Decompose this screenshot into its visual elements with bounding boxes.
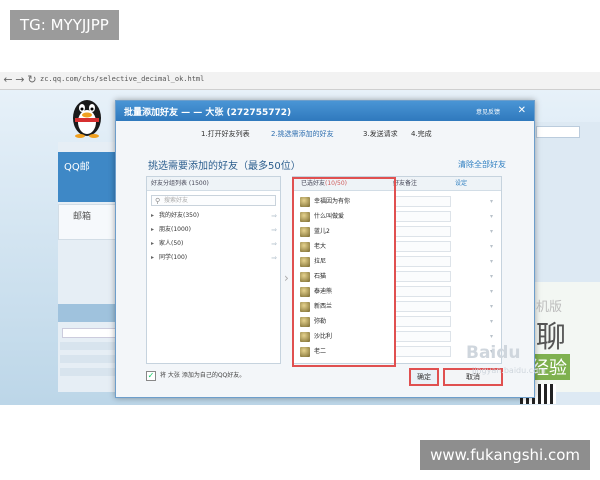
- chevron-right-icon: ›: [284, 271, 289, 285]
- feedback-link[interactable]: 意见反馈: [476, 107, 500, 116]
- remark-input[interactable]: [395, 196, 451, 207]
- add-arrow-icon[interactable]: ⇒: [271, 210, 277, 222]
- chevron-down-icon[interactable]: ▾: [457, 272, 493, 282]
- chevron-right-icon: ▸: [151, 212, 155, 219]
- left-rows: [60, 342, 120, 382]
- right-arrow-icon[interactable]: →: [14, 74, 26, 86]
- left-row: [60, 355, 120, 363]
- group-list-header: 好友分组列表 (1500): [147, 177, 280, 191]
- step-1: 1.打开好友列表: [201, 130, 250, 138]
- step-indicator: 1.打开好友列表 2.挑选需添加的好友 3.发送请求 4.完成: [201, 129, 451, 143]
- chevron-down-icon[interactable]: ▾: [457, 287, 493, 297]
- ok-button[interactable]: 确定: [409, 368, 439, 386]
- chevron-down-icon[interactable]: ▾: [457, 197, 493, 207]
- remark-input[interactable]: [395, 301, 451, 312]
- chevron-down-icon[interactable]: ▾: [457, 227, 493, 237]
- add-back-checkbox[interactable]: ✓: [146, 371, 156, 381]
- add-arrow-icon[interactable]: ⇒: [271, 224, 277, 236]
- mail-panel: 邮箱: [58, 204, 123, 240]
- qq-mail-panel: QQ邮: [58, 152, 123, 202]
- refresh-icon[interactable]: ↻: [26, 74, 38, 86]
- remark-input[interactable]: [395, 211, 451, 222]
- add-arrow-icon[interactable]: ⇒: [271, 238, 277, 250]
- friend-search-input[interactable]: ⚲ 搜索好友: [151, 195, 276, 206]
- chevron-down-icon[interactable]: ▾: [457, 257, 493, 267]
- group-item[interactable]: ▸ 家人(50) ⇒: [151, 238, 279, 250]
- add-arrow-icon[interactable]: ⇒: [271, 252, 277, 264]
- remark-input[interactable]: [395, 316, 451, 327]
- qq-mail-label: QQ邮: [64, 162, 90, 173]
- remark-input[interactable]: [395, 256, 451, 267]
- right-top-box: [536, 126, 580, 138]
- group-item[interactable]: ▸ 朋友(1000) ⇒: [151, 224, 279, 236]
- chevron-right-icon: ▸: [151, 254, 155, 261]
- chevron-down-icon[interactable]: ▾: [457, 212, 493, 222]
- chevron-right-icon: ▸: [151, 240, 155, 247]
- qq-penguin-logo: [73, 100, 101, 138]
- left-arrow-icon[interactable]: ←: [2, 74, 14, 86]
- group-label: 朋友(1000): [159, 226, 191, 233]
- search-icon: ⚲: [155, 197, 161, 205]
- remark-input[interactable]: [395, 241, 451, 252]
- group-header[interactable]: 设定: [455, 177, 467, 191]
- close-icon[interactable]: ✕: [518, 105, 526, 117]
- left-row: [60, 342, 120, 350]
- dialog-title: 批量添加好友 — — 大张 (272755772): [124, 108, 292, 118]
- remark-header: 好友备注: [393, 180, 418, 187]
- group-item[interactable]: ▸ 同学(100) ⇒: [151, 252, 279, 264]
- watermark-bottom: www.fukangshi.com: [420, 440, 590, 470]
- group-item[interactable]: ▸ 我的好友(350) ⇒: [151, 210, 279, 222]
- group-label: 同学(100): [159, 254, 188, 261]
- baidu-logo: Baidu: [466, 343, 521, 363]
- group-label: 家人(50): [159, 240, 184, 247]
- remark-input[interactable]: [395, 346, 451, 357]
- chevron-right-icon: ▸: [151, 226, 155, 233]
- step-2: 2.挑选需添加的好友: [271, 130, 334, 138]
- step-4: 4.完成: [411, 130, 432, 138]
- promo-line2: 聊: [536, 320, 566, 355]
- left-row: [60, 368, 120, 376]
- chevron-down-icon[interactable]: ▾: [457, 302, 493, 312]
- group-list: 好友分组列表 (1500) ⚲ 搜索好友 ▸ 我的好友(350) ⇒ ▸ 朋友(10…: [146, 176, 281, 364]
- chevron-down-icon[interactable]: ▾: [457, 317, 493, 327]
- group-label: 我的好友(350): [159, 212, 200, 219]
- remove-all-link[interactable]: 清除全部好友: [458, 159, 506, 170]
- url-field[interactable]: zc.qq.com/chs/selective_decimal_ok.html: [40, 75, 204, 83]
- instruction-text: 挑选需要添加的好友（最多50位）: [148, 161, 301, 172]
- search-placeholder: 搜索好友: [164, 197, 189, 204]
- left-section-bar: [58, 304, 123, 322]
- watermark-top: TG: MYYJJPP: [10, 10, 119, 40]
- left-input: [62, 328, 120, 338]
- step-3: 3.发送请求: [363, 130, 398, 138]
- chevron-down-icon[interactable]: ▾: [457, 332, 493, 342]
- selection-highlight: [292, 177, 396, 367]
- chevron-down-icon[interactable]: ▾: [457, 242, 493, 252]
- add-back-label: 将 大张 添加为自己的QQ好友。: [160, 372, 246, 379]
- screenshot-root: TG: MYYJJPP ← → ↻ zc.qq.com/chs/selectiv…: [0, 0, 600, 480]
- remark-input[interactable]: [395, 271, 451, 282]
- remark-input[interactable]: [395, 226, 451, 237]
- remark-input[interactable]: [395, 331, 451, 342]
- dialog-titlebar: 批量添加好友 — — 大张 (272755772) 意见反馈 ✕: [116, 101, 534, 121]
- mail-label: 邮箱: [73, 212, 92, 222]
- remark-input[interactable]: [395, 286, 451, 297]
- address-bar: ← → ↻ zc.qq.com/chs/selective_decimal_ok…: [0, 72, 600, 90]
- baidu-sub: jingyan.baidu.com: [472, 366, 546, 375]
